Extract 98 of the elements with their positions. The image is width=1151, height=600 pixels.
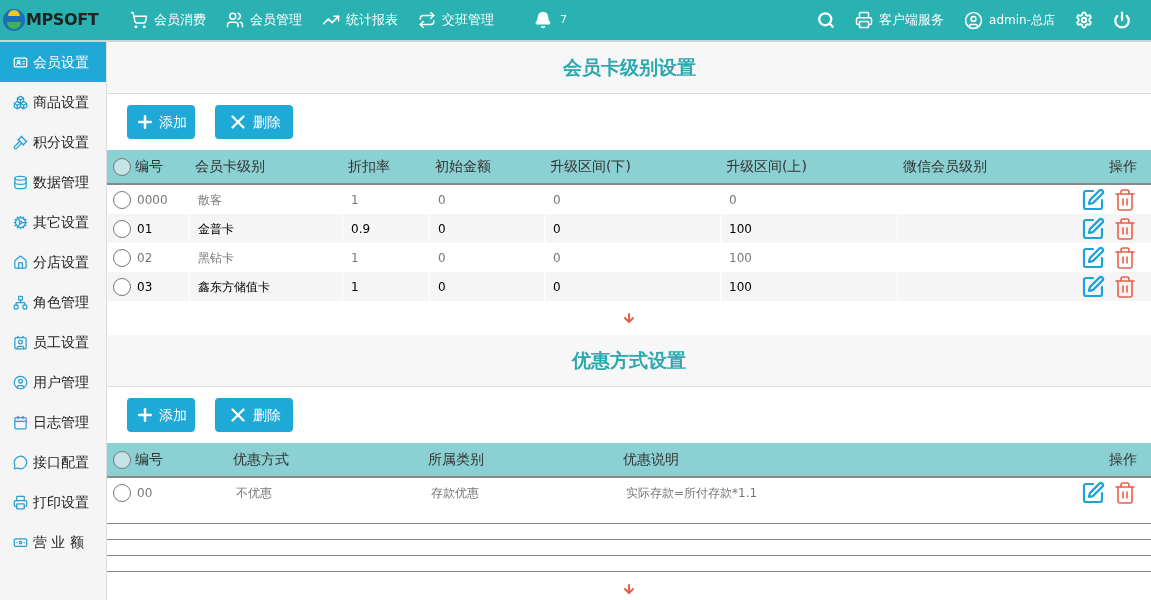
sidebar-item[interactable]: 商品设置 [0,82,106,122]
trash-icon[interactable] [1113,274,1137,299]
column-header: 折扣率 [348,157,390,176]
table-cell-text: 0 [438,220,446,238]
edit-icon[interactable] [1081,187,1105,212]
sidebar-item[interactable]: 数据管理 [0,162,106,202]
edit-icon[interactable] [1081,274,1105,299]
logo-icon [2,8,26,32]
table-cell-text: 0000 [137,191,168,209]
house-icon [13,254,28,270]
sidebar-item[interactable]: 分店设置 [0,242,106,282]
table-cell-text: 实际存款=所付存款*1.1 [626,484,758,502]
plus-icon [135,405,155,425]
table-cell-text: 散客 [198,191,222,209]
id-card-icon [13,54,28,70]
table-cell-text: 0 [729,191,737,209]
table-cell-text: 0 [438,278,446,296]
table-cell-text: 01 [137,220,153,238]
radio-button[interactable] [113,483,131,502]
printer-icon [855,11,874,29]
column-header: 微信会员级别 [903,157,987,176]
column-header: 操作 [1109,157,1137,176]
sidebar-item[interactable]: 日志管理 [0,402,106,442]
table-cell-text: 0 [553,249,561,267]
hierarchy-icon [13,294,28,310]
table-cell-text: 金普卡 [198,220,234,238]
table-cell-text: 00 [137,484,153,502]
trash-icon[interactable] [1113,480,1137,505]
sidebar-item[interactable]: 角色管理 [0,282,106,322]
radio-button[interactable] [113,248,131,267]
search-icon[interactable] [817,11,836,29]
table-cell-text: 02 [137,249,153,267]
boxes-icon [13,94,28,110]
table-cell-text: 黑钻卡 [198,249,234,267]
sidebar-item[interactable]: 营 业 额 [0,522,106,562]
sidebar-item[interactable]: 员工设置 [0,322,106,362]
edit-icon[interactable] [1081,216,1105,241]
table-cell-text: 鑫东方储值卡 [198,278,270,296]
calendar-icon [13,414,28,430]
table-cell-text: 1 [351,191,359,209]
table-cell-text: 0 [438,249,446,267]
chat-icon [13,454,28,470]
trash-icon[interactable] [1113,245,1137,270]
trash-icon[interactable] [1113,216,1137,241]
settings-icon[interactable] [1075,11,1093,29]
contact-card-icon [13,334,28,350]
user-circle-icon [964,10,984,30]
user-circle-icon [13,374,28,390]
edit-icon[interactable] [1081,245,1105,270]
gavel-icon [13,134,28,150]
column-header: 优惠说明 [623,450,679,469]
section-title: 会员卡级别设置 [562,55,696,81]
plus-icon [135,112,155,132]
column-header: 编号 [135,450,163,469]
swap-arrows-icon [418,11,436,29]
printer-icon [13,494,28,510]
table-cell-text: 1 [351,278,359,296]
table-cell-text: 03 [137,278,153,296]
column-header: 优惠方式 [233,450,289,469]
sidebar-item[interactable]: 其它设置 [0,202,106,242]
radio-button[interactable] [113,450,131,469]
sidebar-item[interactable]: 打印设置 [0,482,106,522]
column-header: 升级区间(上) [726,157,807,176]
table-cell-text: 不优惠 [236,484,272,502]
sidebar-item[interactable]: 用户管理 [0,362,106,402]
column-header: 会员卡级别 [195,157,265,176]
table-cell-text: 0.9 [351,220,371,238]
radio-button[interactable] [113,277,131,296]
table-cell-text: 0 [553,278,561,296]
column-header: 初始金额 [435,157,491,176]
table-cell-text: 100 [729,220,752,238]
sidebar-item[interactable]: 接口配置 [0,442,106,482]
sidebar-item[interactable]: 积分设置 [0,122,106,162]
bell-icon [534,11,552,29]
column-header: 编号 [135,157,163,176]
trash-icon[interactable] [1113,187,1137,212]
table-cell-text: 存款优惠 [431,484,479,502]
radio-button[interactable] [113,157,131,176]
database-icon [13,174,28,190]
cart-icon [130,11,148,29]
cogs-icon [13,214,28,230]
table-cell-text: 1 [351,249,359,267]
radio-button[interactable] [113,190,131,209]
column-header: 所属类别 [428,450,484,469]
table-cell-text: 0 [438,191,446,209]
radio-button[interactable] [113,219,131,238]
power-icon[interactable] [1113,11,1131,29]
table-cell-text: 100 [729,249,752,267]
table-cell-text: 0 [553,191,561,209]
logo-text: MPSOFT [26,9,99,31]
table-cell-text: 0 [553,220,561,238]
section-title: 优惠方式设置 [572,348,686,374]
edit-icon[interactable] [1081,480,1105,505]
column-header: 操作 [1109,450,1137,469]
users-icon [226,11,244,29]
column-header: 升级区间(下) [550,157,631,176]
arrow-down-icon[interactable] [622,582,636,596]
table-cell-text: 100 [729,278,752,296]
